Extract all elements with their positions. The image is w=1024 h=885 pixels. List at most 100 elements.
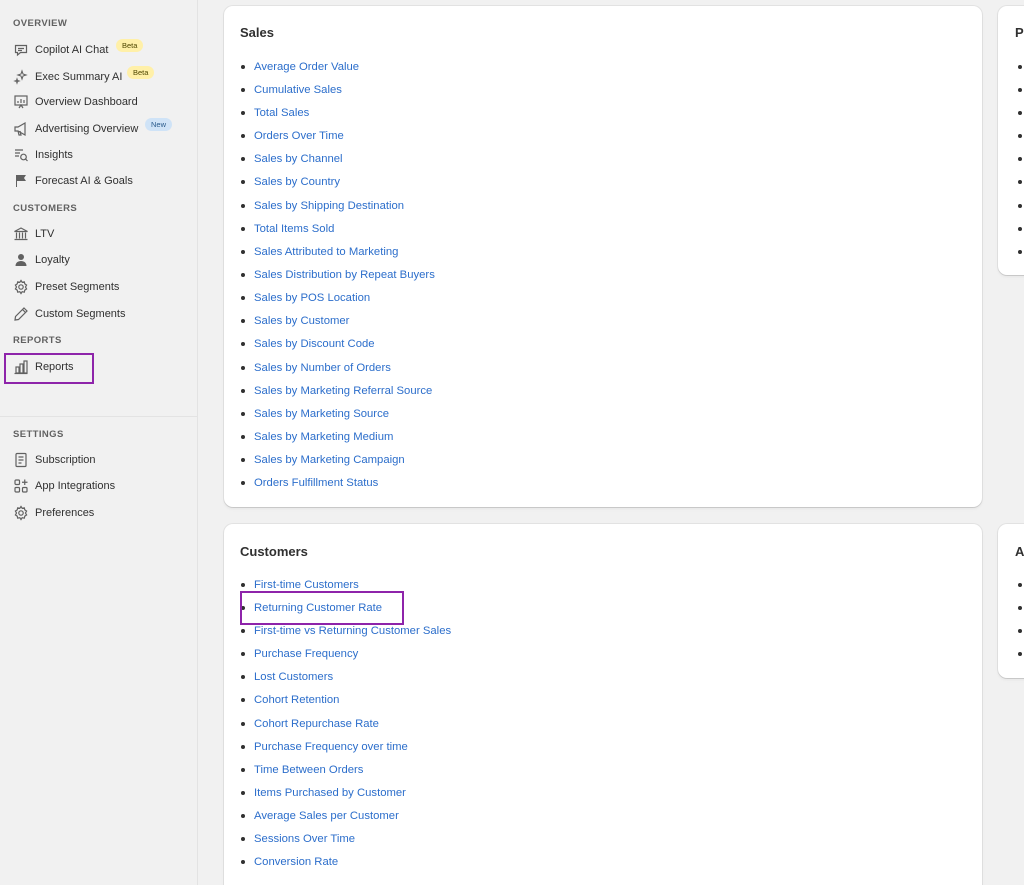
report-link-time-between-orders[interactable]: Time Between Orders: [254, 764, 363, 776]
report-link-first-time-vs-returning-customer-sales[interactable]: First-time vs Returning Customer Sales: [254, 625, 451, 637]
report-link-purchase-frequency-over-time[interactable]: Purchase Frequency over time: [254, 741, 408, 753]
report-link-conversion-rate[interactable]: Conversion Rate: [254, 856, 338, 868]
sidebar-item-ltv[interactable]: LTV: [9, 222, 60, 246]
report-link-sales-by-channel[interactable]: Sales by Channel: [254, 153, 343, 165]
bullet: [241, 481, 245, 486]
list-item: Cohort Retention: [241, 689, 451, 712]
list-item: Total Sales: [241, 101, 435, 124]
returning-customer-rate-highlight-box: [240, 591, 404, 625]
list-item: Sales by Number of Orders: [241, 356, 435, 379]
report-link-cohort-repurchase-rate[interactable]: Cohort Repurchase Rate: [254, 718, 379, 730]
bullet: [241, 272, 245, 277]
report-link-cohort-retention[interactable]: Cohort Retention: [254, 694, 339, 706]
sidebar-item-exec-summary-ai[interactable]: Exec Summary AI: [9, 65, 128, 89]
report-link-sales-by-marketing-source[interactable]: Sales by Marketing Source: [254, 408, 389, 420]
sidebar-item-preferences[interactable]: Preferences: [9, 501, 100, 525]
sidebar-item-copilot-ai-chat[interactable]: Copilot AI Chat: [9, 38, 114, 62]
list-item: [1018, 101, 1022, 124]
sidebar-item-insights[interactable]: Insights: [9, 143, 79, 167]
report-link-sales-by-marketing-referral-source[interactable]: Sales by Marketing Referral Source: [254, 385, 432, 397]
chat-bubble-icon: [12, 41, 30, 59]
sidebar-item-label: Preset Segments: [35, 281, 120, 293]
list-item: Sales by Marketing Referral Source: [241, 379, 435, 402]
report-link-total-items-sold[interactable]: Total Items Sold: [254, 223, 334, 235]
bullet: [241, 203, 245, 208]
bullet: [1018, 180, 1022, 185]
report-link-sales-by-number-of-orders[interactable]: Sales by Number of Orders: [254, 362, 391, 374]
right-bottom-report-list: [1018, 573, 1022, 666]
bullet: [241, 675, 245, 680]
list-item: Sales by Marketing Source: [241, 402, 435, 425]
sidebar-item-overview-dashboard[interactable]: Overview Dashboard: [9, 90, 144, 114]
section-title-overview: OVERVIEW: [13, 18, 68, 29]
sidebar-item-forecast-ai-goals[interactable]: Forecast AI & Goals: [9, 169, 139, 193]
list-item: Sales Distribution by Repeat Buyers: [241, 263, 435, 286]
report-link-total-sales[interactable]: Total Sales: [254, 107, 309, 119]
list-item: [1018, 240, 1022, 263]
report-link-first-time-customers[interactable]: First-time Customers: [254, 579, 359, 591]
sidebar-item-preset-segments[interactable]: Preset Segments: [9, 275, 125, 299]
sidebar-item-label: Forecast AI & Goals: [35, 175, 133, 187]
list-item: Average Order Value: [241, 55, 435, 78]
sidebar-item-label: Overview Dashboard: [35, 96, 138, 108]
right-top-report-list: [1018, 55, 1022, 263]
bullet: [1018, 582, 1022, 587]
sidebar-item-label: Advertising Overview: [35, 123, 139, 135]
report-link-sessions-over-time[interactable]: Sessions Over Time: [254, 833, 355, 845]
report-link-orders-over-time[interactable]: Orders Over Time: [254, 130, 344, 142]
sidebar-item-loyalty[interactable]: Loyalty: [9, 248, 76, 272]
list-item: Sales by POS Location: [241, 287, 435, 310]
sidebar-item-label: Copilot AI Chat: [35, 44, 109, 56]
report-link-sales-by-discount-code[interactable]: Sales by Discount Code: [254, 338, 375, 350]
sidebar-item-advertising-overview[interactable]: Advertising Overview: [9, 117, 144, 141]
sidebar-item-label: Loyalty: [35, 254, 70, 266]
report-link-sales-by-marketing-medium[interactable]: Sales by Marketing Medium: [254, 431, 393, 443]
bullet: [1018, 652, 1022, 657]
right-top-card: P: [998, 6, 1024, 275]
report-link-sales-distribution-by-repeat-buyers[interactable]: Sales Distribution by Repeat Buyers: [254, 269, 435, 281]
bullet: [241, 458, 245, 463]
bullet: [241, 388, 245, 393]
report-link-sales-by-country[interactable]: Sales by Country: [254, 176, 340, 188]
reports-highlight-box: [4, 353, 94, 384]
report-link-average-order-value[interactable]: Average Order Value: [254, 61, 359, 73]
bullet: [1018, 226, 1022, 231]
section-title-customers: CUSTOMERS: [13, 203, 78, 214]
report-link-sales-by-customer[interactable]: Sales by Customer: [254, 315, 349, 327]
bullet: [241, 180, 245, 185]
report-link-sales-by-shipping-destination[interactable]: Sales by Shipping Destination: [254, 200, 404, 212]
bullet: [241, 698, 245, 703]
report-link-cumulative-sales[interactable]: Cumulative Sales: [254, 84, 342, 96]
report-link-sales-by-marketing-campaign[interactable]: Sales by Marketing Campaign: [254, 454, 405, 466]
list-item: Sales by Channel: [241, 148, 435, 171]
report-link-lost-customers[interactable]: Lost Customers: [254, 671, 333, 683]
sidebar: OVERVIEW Copilot AI Chat Beta Exec Summa…: [0, 0, 198, 885]
bullet: [241, 767, 245, 772]
bullet: [241, 411, 245, 416]
list-item: [1018, 619, 1022, 642]
report-link-sales-attributed-to-marketing[interactable]: Sales Attributed to Marketing: [254, 246, 398, 258]
sidebar-item-custom-segments[interactable]: Custom Segments: [9, 302, 131, 326]
search-lines-icon: [12, 146, 30, 164]
sidebar-item-app-integrations[interactable]: App Integrations: [9, 474, 121, 498]
section-title-settings: SETTINGS: [13, 429, 64, 440]
beta-badge: Beta: [127, 66, 155, 79]
sidebar-item-label: Preferences: [35, 507, 95, 519]
report-link-orders-fulfillment-status[interactable]: Orders Fulfillment Status: [254, 477, 378, 489]
list-item: Sales by Marketing Medium: [241, 426, 435, 449]
list-item: [1018, 171, 1022, 194]
list-item: [1018, 217, 1022, 240]
report-link-purchase-frequency[interactable]: Purchase Frequency: [254, 648, 358, 660]
report-link-average-sales-per-customer[interactable]: Average Sales per Customer: [254, 810, 399, 822]
list-item: [1018, 642, 1022, 665]
report-link-sales-by-pos-location[interactable]: Sales by POS Location: [254, 292, 370, 304]
bullet: [1018, 249, 1022, 254]
sidebar-item-subscription[interactable]: Subscription: [9, 448, 102, 472]
report-link-items-purchased-by-customer[interactable]: Items Purchased by Customer: [254, 787, 406, 799]
sidebar-item-label: Custom Segments: [35, 308, 126, 320]
sparkle-icon: [12, 68, 30, 86]
bullet: [1018, 628, 1022, 633]
list-item: Cohort Repurchase Rate: [241, 712, 451, 735]
bullet: [241, 342, 245, 347]
sales-report-list: Average Order Value Cumulative Sales Total…: [241, 55, 435, 495]
